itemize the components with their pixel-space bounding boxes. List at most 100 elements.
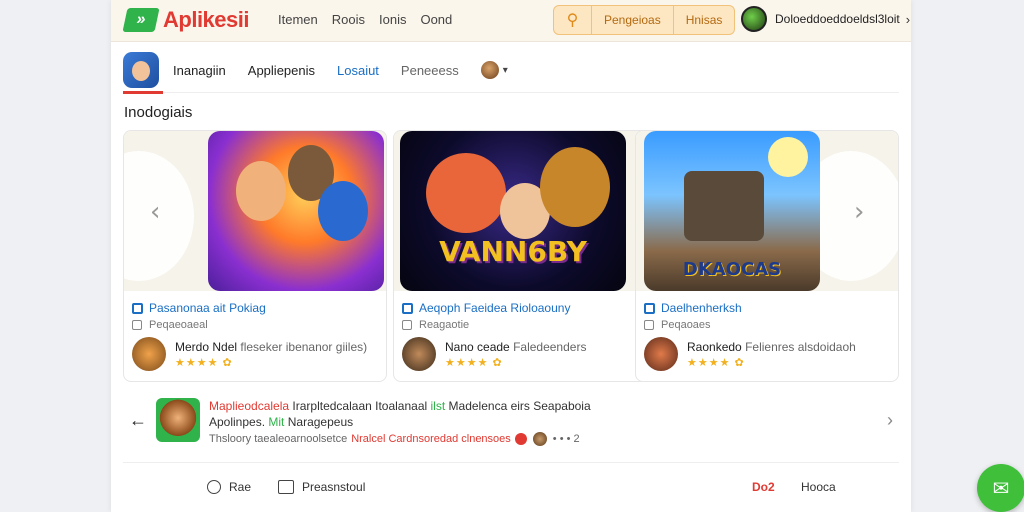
tank-art [684,171,764,241]
tab-2[interactable]: Appliepenis [248,63,315,78]
nav-item-3[interactable]: Ionis [379,12,406,27]
search-group: ⚲ Pengeioas Hnisas [553,5,736,35]
rating-stars: ★★★★ ✿ [175,356,233,369]
tag-icon [644,320,654,330]
reply-button[interactable]: Rae [207,480,251,494]
logo[interactable]: » Aplikesii [122,7,249,33]
card-title-text: Aeqoph Faeidea Rioloaouny [419,301,571,315]
section-title: Inodogiais [124,104,193,121]
card-title: Pasanonaa ait Pokiag [132,301,382,315]
present-label: Preasnstoul [302,480,366,494]
activity-thumbnail[interactable] [156,398,200,442]
character-art [540,147,610,227]
comment-icon [278,480,294,494]
tab-underline [123,91,899,94]
card-author-row: Merdo Ndel fleseker ibenanor giiles) ★★★… [132,337,382,371]
card-title: Daelhenherksh [644,301,894,315]
chevron-right-icon: › [905,11,911,27]
search-button-2[interactable]: Hnisas [674,6,735,34]
chat-bubble-icon: ✉ [992,477,1010,500]
tab-1[interactable]: Inanagiin [173,63,226,78]
author-avatar [644,337,678,371]
card-subtitle-text: Reagaotie [419,319,470,331]
card-subtitle-text: Peqaoaes [661,319,711,331]
card-thumbnail [208,131,384,291]
badge-text: Do2 [752,480,775,494]
card-author-row: Nano ceade Faledeenders ★★★★ ✿ [402,337,652,371]
card-subtitle: Peqaeoaeal [132,319,382,331]
nav-item-1[interactable]: Itemen [278,12,318,27]
character-art [236,161,286,221]
tab-avatar[interactable] [480,61,499,79]
search-icon[interactable]: ⚲ [554,6,592,34]
carousel: ‹ Pasanonaa ait Pokiag Peqaeoaeal Merdo … [123,130,899,382]
notification-badge[interactable]: Do2 [752,480,775,494]
author-avatar [402,337,436,371]
bottom-bar: Rae Preasnstoul Do2 Hooca [123,472,899,506]
app-icon [132,302,143,314]
tab-3[interactable]: Losaiut [337,63,379,78]
card-subtitle-text: Peqaeoaeal [149,319,208,331]
chevron-down-icon[interactable]: ▾ [503,65,508,76]
character-art [318,181,368,241]
status-dot-icon [514,433,527,445]
more-button[interactable]: Hooca [801,480,836,494]
card-meta: Daelhenherksh Peqaoaes Raonkedo Felienre… [644,301,894,371]
card-1[interactable]: ‹ Pasanonaa ait Pokiag Peqaeoaeal Merdo … [123,130,387,382]
app-icon [644,302,655,314]
user-menu[interactable]: Doloeddoeddoeldsl3loit › [741,6,910,32]
chevron-left-icon[interactable]: ‹ [150,197,160,227]
present-button[interactable]: Preasnstoul [278,480,365,494]
card-thumbnail: DKAOCAS [644,131,820,291]
logo-text: Aplikesii [163,7,249,32]
card-author-row: Raonkedo Felienres alsdoidaoh ★★★★ ✿ [644,337,894,371]
author-name: Nano ceade Faledeenders [445,339,587,354]
search-button-1[interactable]: Pengeioas [592,6,674,34]
activity-line-1: Maplieodcalela Irarpltedcalaan Itoalanaa… [209,399,591,413]
chevron-right-icon[interactable]: › [854,197,864,227]
author-avatar [132,337,166,371]
divider [123,462,899,463]
chevron-right-icon[interactable]: › [887,410,893,431]
activity-line-3: Thsloory taealeoarnoolsetce Nralcel Card… [209,432,580,446]
chat-icon [207,480,221,494]
tab-4[interactable]: Peneeess [401,63,459,78]
author-name: Merdo Ndel fleseker ibenanor giiles) [175,339,368,354]
character-art [426,153,506,233]
tab-bar: Inanagiin Appliepenis Losaiut Peneeess ▾ [123,50,508,90]
user-avatar-small [532,432,547,446]
rating-stars: ★★★★ ✿ [445,356,503,369]
game-logo-text: DKAOCAS [682,259,782,280]
game-logo-text: VANN6BY [439,235,587,268]
card-2[interactable]: VANN6BY Aeqoph Faeidea Rioloaouny Reagao… [393,130,657,382]
nav-item-4[interactable]: Oond [420,12,452,27]
card-subtitle: Peqaoaes [644,319,894,331]
page: » Aplikesii Itemen Roois Ionis Oond ⚲ Pe… [111,0,911,512]
card-thumbnail: VANN6BY [400,131,626,291]
arrow-left-icon[interactable]: ← [129,410,147,431]
app-avatar[interactable] [123,52,159,88]
reply-label: Rae [229,480,252,494]
nav-item-2[interactable]: Roois [332,12,365,27]
activity-line-2: Apolinpes. Mit Naragepeus [209,415,354,429]
top-bar: » Aplikesii Itemen Roois Ionis Oond ⚲ Pe… [111,0,911,42]
tag-icon [402,320,412,330]
card-subtitle: Reagaotie [402,319,652,331]
card-meta: Aeqoph Faeidea Rioloaouny Reagaotie Nano… [402,301,652,371]
logo-mark-icon: » [122,8,160,32]
tag-icon [132,320,142,330]
card-meta: Pasanonaa ait Pokiag Peqaeoaeal Merdo Nd… [132,301,382,371]
chat-fab-button[interactable]: ✉ [977,464,1024,512]
rating-stars: ★★★★ ✿ [687,356,745,369]
card-title-text: Pasanonaa ait Pokiag [149,301,266,315]
top-nav: Itemen Roois Ionis Oond [278,12,452,27]
author-name: Raonkedo Felienres alsdoidaoh [687,339,856,354]
explosion-art [768,137,808,177]
user-name: Doloeddoeddoeldsl3loit [775,12,900,26]
card-title: Aeqoph Faeidea Rioloaouny [402,301,652,315]
user-avatar [741,6,767,32]
more-label: Hooca [801,480,836,494]
card-title-text: Daelhenherksh [661,301,742,315]
card-3[interactable]: DKAOCAS › Daelhenherksh Peqaoaes Raonked… [635,130,899,382]
activity-count: • • • 2 [552,433,580,445]
